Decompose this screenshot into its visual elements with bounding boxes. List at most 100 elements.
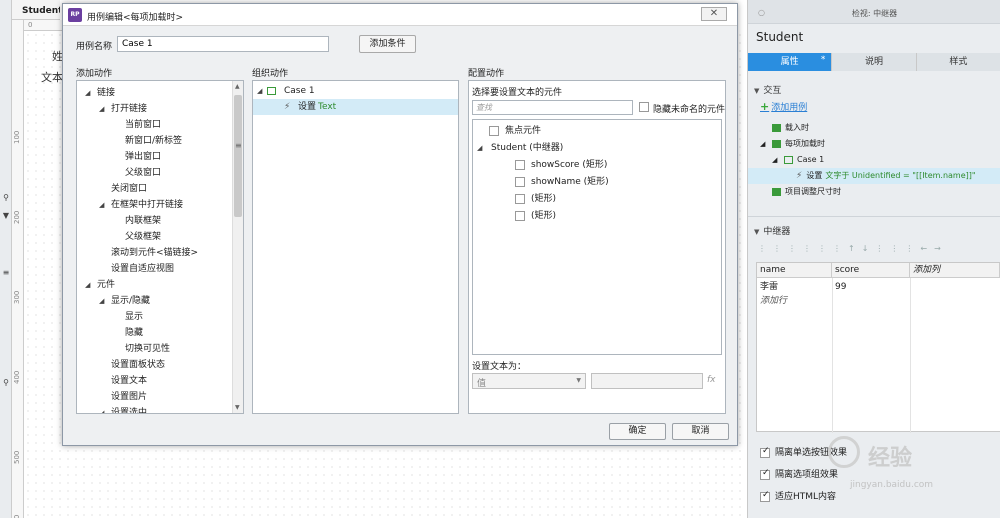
widget-label: showScore (矩形)	[531, 160, 608, 170]
expand-icon[interactable]: ◢	[99, 405, 104, 413]
widget-checkbox[interactable]	[515, 211, 525, 221]
column-header[interactable]: name	[757, 263, 832, 278]
search-icon[interactable]: ⚲	[0, 191, 12, 205]
widget-checkbox[interactable]	[489, 126, 499, 136]
action-tree-label: 设置文本	[111, 376, 148, 386]
action-tree-label: 显示	[125, 312, 144, 322]
action-tree-label: 当前窗口	[125, 120, 162, 130]
hide-unnamed-checkbox[interactable]	[639, 102, 649, 112]
action-tree-item[interactable]: ⚡ 设置 Text	[253, 99, 458, 115]
expand-icon[interactable]: ◢	[772, 152, 777, 168]
action-tree-label: 显示/隐藏	[111, 296, 151, 306]
interaction-section-title: 交互	[763, 86, 782, 96]
column-divider	[910, 278, 911, 433]
tree-label: Case 1	[797, 155, 825, 164]
scrollbar[interactable]: ▲ ≡ ▼	[232, 81, 243, 413]
add-condition-button[interactable]: 添加条件	[359, 35, 416, 53]
lightning-icon: ⚡	[284, 102, 291, 112]
isolate-radio-checkbox[interactable]	[760, 446, 770, 458]
tab-properties[interactable]: 属性	[748, 51, 833, 71]
case-name-input[interactable]	[117, 36, 329, 52]
action-detail: 文字于 Unidentified = "[[Item.name]]"	[825, 171, 976, 180]
add-column-header[interactable]: 添加列	[910, 263, 1000, 278]
left-toolbar-strip: ⚲ ▼ ≡ ⚲	[0, 0, 12, 518]
text-value-input[interactable]	[591, 373, 703, 389]
widget-checkbox[interactable]	[515, 177, 525, 187]
action-tree-label: 新窗口/新标签	[125, 136, 183, 146]
column-divider	[832, 278, 833, 433]
add-case-link[interactable]: + 添加用例	[760, 100, 807, 113]
divider	[748, 216, 1000, 217]
case-icon	[784, 155, 793, 164]
case-icon	[267, 87, 276, 95]
event-icon	[772, 187, 781, 196]
scrollbar-thumb[interactable]	[234, 95, 242, 217]
search-icon[interactable]: ⚲	[0, 376, 12, 390]
dropdown-arrow-icon[interactable]: ▼	[0, 209, 12, 223]
canvas-tab[interactable]: Student (	[12, 0, 60, 20]
case-tree-item[interactable]: ◢ Case 1	[748, 152, 1000, 168]
expand-icon[interactable]: ◢	[99, 293, 104, 309]
ruler-label: 600	[13, 515, 21, 518]
repeater-toolbar[interactable]: ⋮⋮⋮⋮⋮⋮↑↓⋮⋮⋮←→	[758, 244, 988, 256]
add-row-cell[interactable]: 添加行	[757, 294, 787, 309]
scroll-down-icon[interactable]: ▼	[235, 404, 240, 411]
event-tree-item[interactable]: 载入时	[748, 120, 1000, 136]
cancel-button[interactable]: 取消	[672, 423, 729, 440]
scroll-up-icon[interactable]: ▲	[235, 83, 240, 90]
event-icon	[772, 123, 781, 132]
expand-icon[interactable]: ◢	[85, 85, 90, 101]
isolate-radio-option[interactable]: 隔离单选按钮效果	[760, 445, 847, 459]
event-icon	[772, 139, 781, 148]
widget-checkbox[interactable]	[515, 160, 525, 170]
value-type-select[interactable]: 值 ▼	[472, 373, 586, 389]
widget-label: showName (矩形)	[531, 177, 609, 187]
widget-checkbox[interactable]	[515, 194, 525, 204]
tab-notes[interactable]: 说明	[832, 53, 917, 71]
expand-icon[interactable]: ◢	[99, 101, 104, 117]
table-cell[interactable]: 99	[832, 280, 846, 295]
tab-style[interactable]: 样式	[916, 53, 1000, 71]
fit-html-checkbox[interactable]	[760, 490, 770, 502]
widget-label: (矩形)	[531, 194, 557, 204]
action-target: Text	[318, 102, 337, 112]
action-tree-item[interactable]: ⚡ 设置 文字于 Unidentified = "[[Item.name]]"	[748, 168, 1000, 184]
collapse-icon[interactable]: ▼	[754, 87, 759, 95]
canvas-text[interactable]: 文本	[41, 69, 63, 85]
case-tree-item[interactable]: ◢ Case 1	[253, 83, 458, 99]
expand-icon[interactable]: ◢	[85, 277, 90, 293]
column-header[interactable]: score	[832, 263, 910, 278]
table-cell[interactable]: 李雷	[757, 280, 778, 295]
action-tree-label: 弹出窗口	[125, 152, 162, 162]
add-actions-header: 添加动作	[76, 69, 113, 79]
widget-name[interactable]: Student	[756, 30, 803, 44]
expand-icon[interactable]: ◢	[760, 136, 765, 152]
event-tree-item[interactable]: ◢ 每项加载时	[748, 136, 1000, 152]
fx-button[interactable]: fx	[707, 375, 716, 385]
collapse-icon[interactable]: ▼	[754, 228, 759, 236]
close-button[interactable]: ✕	[701, 7, 727, 21]
isolate-group-checkbox[interactable]	[760, 468, 770, 480]
fit-html-option[interactable]: 适应HTML内容	[760, 489, 836, 503]
interaction-section-header[interactable]: ▼ 交互	[754, 83, 781, 96]
dialog-titlebar[interactable]: RP 用例编辑<每项加载时> ✕	[63, 4, 737, 26]
expand-icon[interactable]: ◢	[477, 140, 482, 156]
ruler-label: 500	[13, 450, 21, 464]
isolate-group-option[interactable]: 隔离选项组效果	[760, 467, 838, 481]
widget-search-input[interactable]: 查找	[472, 100, 633, 115]
list-icon[interactable]: ≡	[0, 266, 12, 280]
lightning-icon: ⚡	[796, 171, 803, 181]
tree-label: 每项加载时	[785, 139, 825, 148]
option-label: 适应HTML内容	[775, 492, 837, 502]
repeater-section-header[interactable]: ▼ 中继器	[754, 224, 790, 237]
hide-unnamed-label: 隐藏未命名的元件	[653, 105, 726, 115]
ok-button[interactable]: 确定	[609, 423, 666, 440]
event-tree-item[interactable]: 项目调整尺寸时	[748, 184, 1000, 200]
value-type-selected: 值	[477, 379, 487, 389]
action-tree-label: 链接	[97, 88, 116, 98]
expand-icon[interactable]: ◢	[99, 197, 104, 213]
action-tree-label: 设置面板状态	[111, 360, 166, 370]
organize-actions-panel: ◢ Case 1 ⚡ 设置 Text	[252, 80, 459, 414]
case-label: Case 1	[284, 86, 315, 96]
expand-icon[interactable]: ◢	[257, 83, 262, 99]
